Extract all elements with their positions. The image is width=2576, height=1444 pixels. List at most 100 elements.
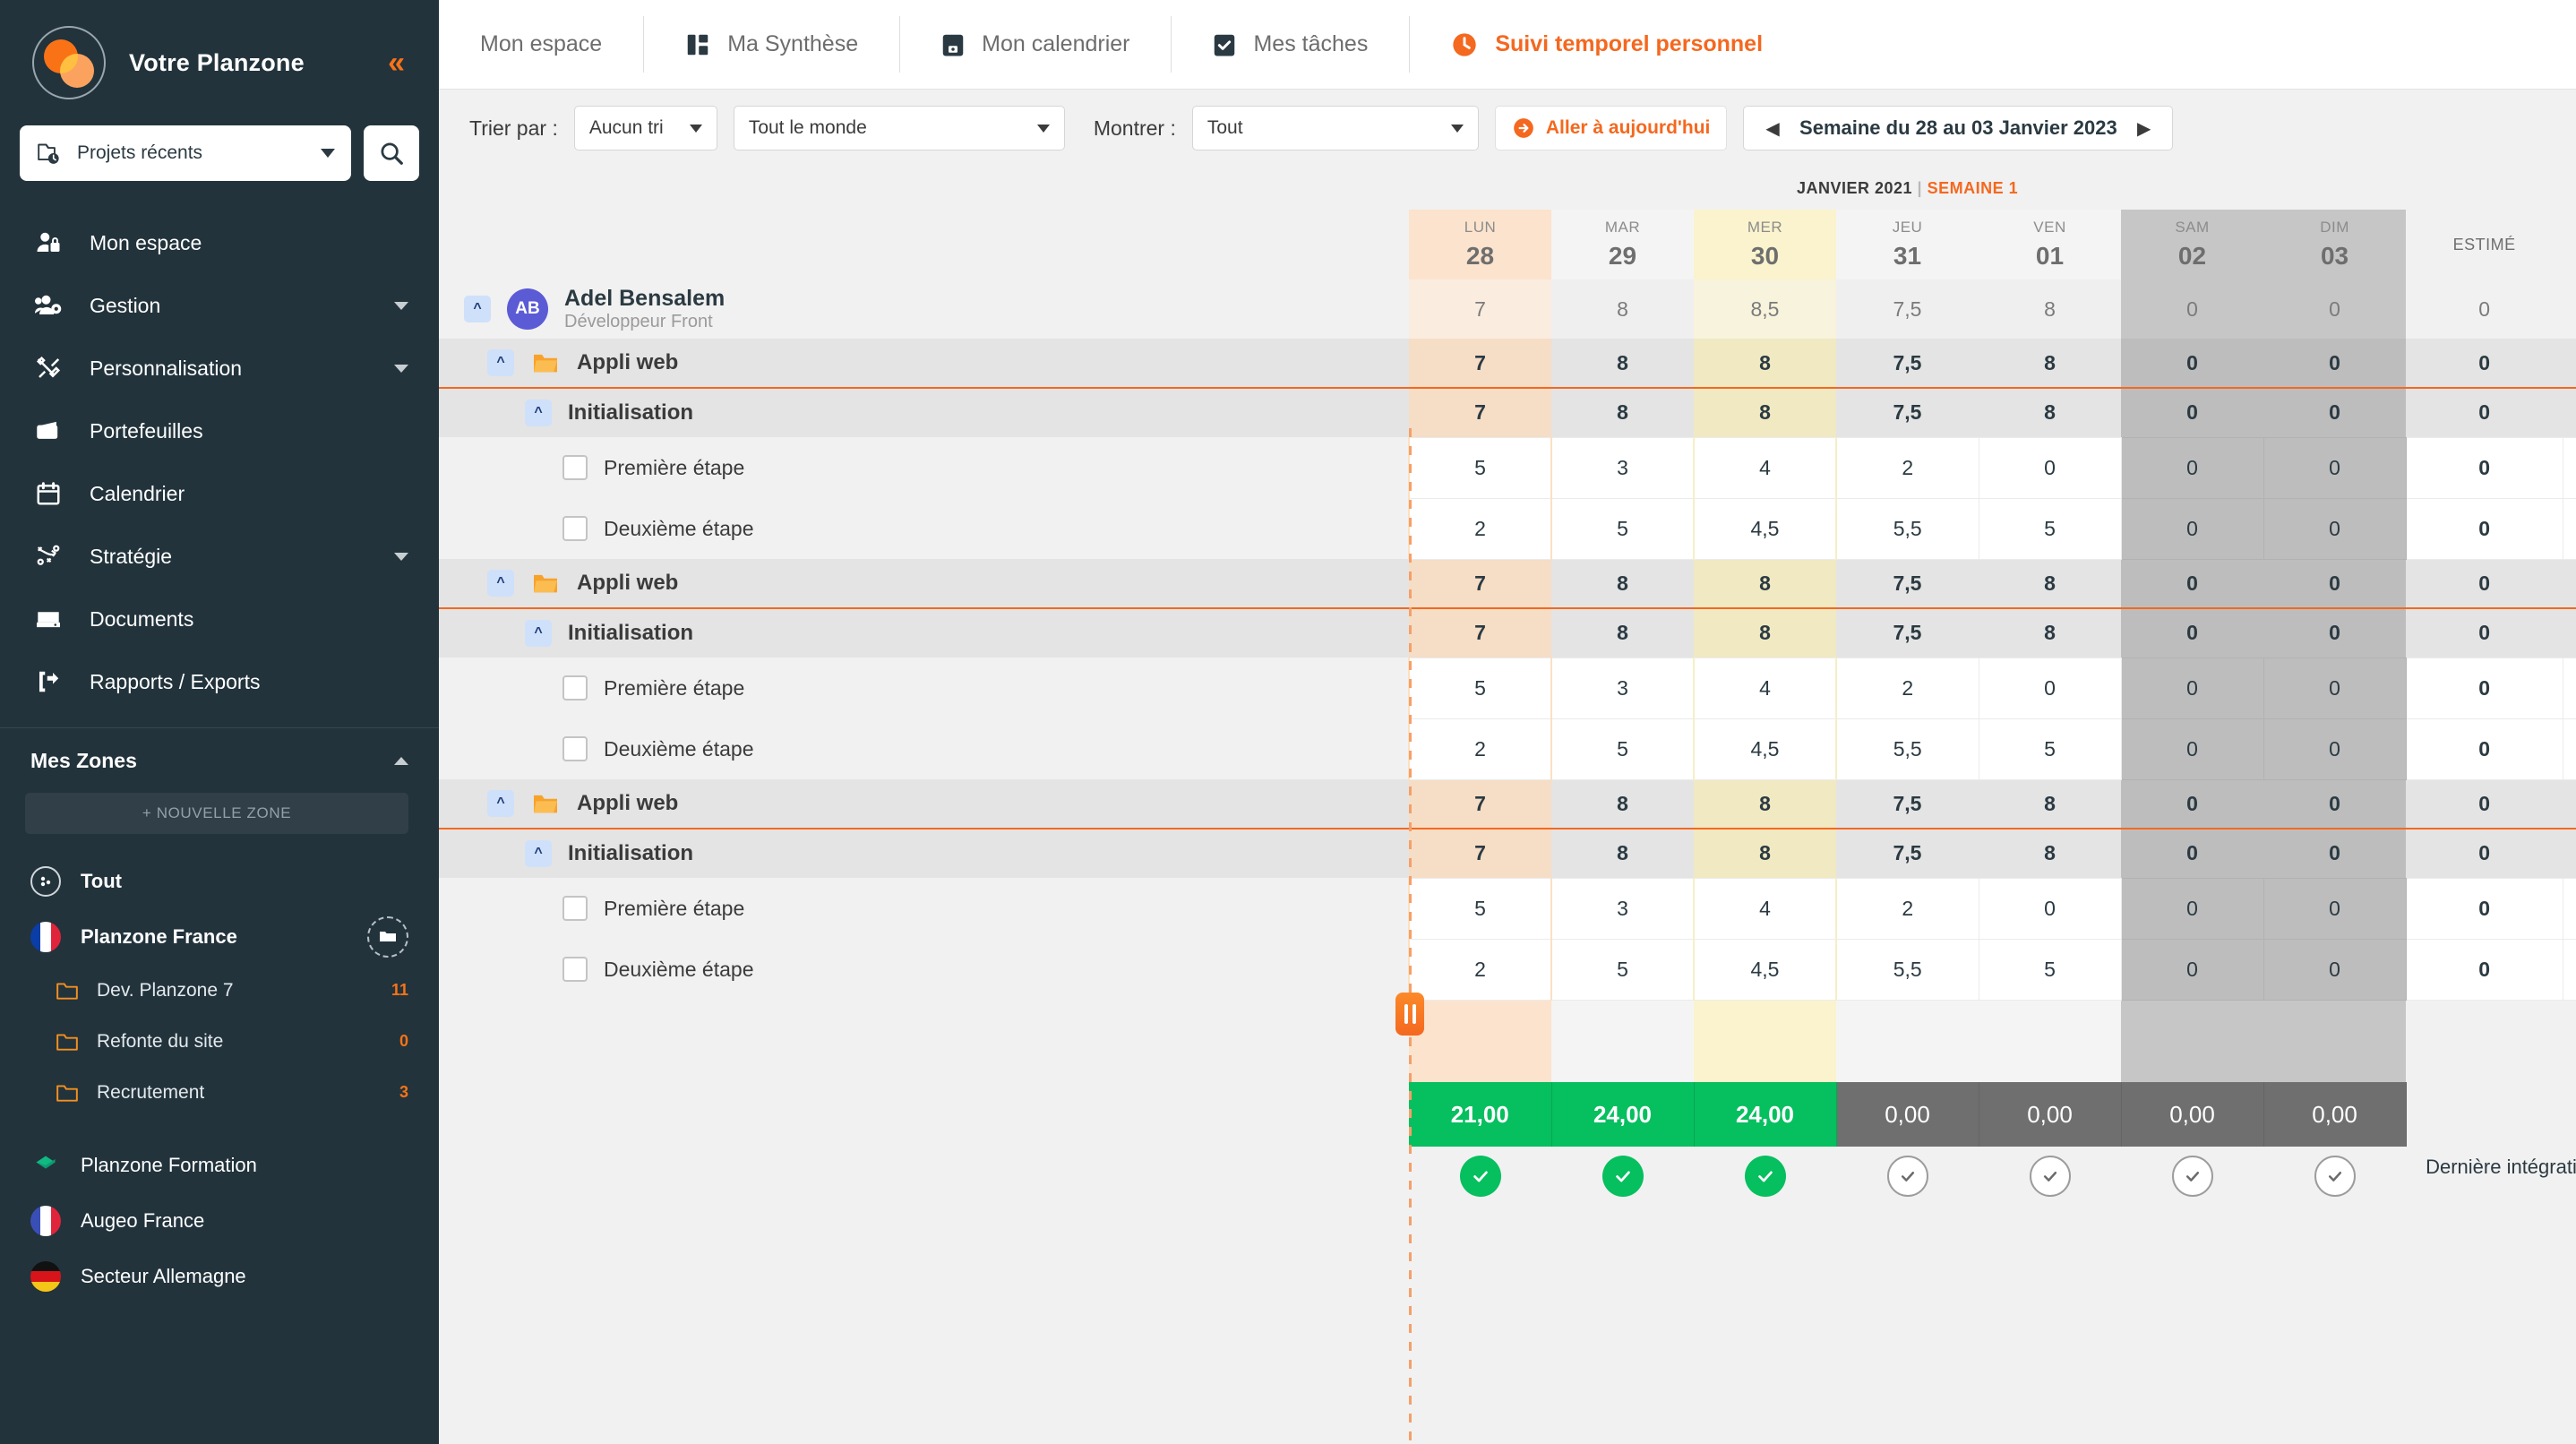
- validate-day-button[interactable]: [1886, 1156, 1928, 1197]
- sidebar-item-rapports-exports[interactable]: Rapports / Exports: [0, 650, 439, 713]
- expand-project-toggle[interactable]: ^: [487, 790, 514, 817]
- time-input-cell[interactable]: 2: [1408, 718, 1552, 780]
- time-input-cell[interactable]: 0: [2120, 436, 2264, 499]
- expand-task-toggle[interactable]: ^: [525, 400, 552, 426]
- new-zone-button[interactable]: + NOUVELLE ZONE: [25, 793, 408, 834]
- zone-item-planzone-france[interactable]: Planzone France: [0, 909, 439, 965]
- time-input-cell[interactable]: 5,5: [1835, 938, 1979, 1001]
- time-input-cell[interactable]: 4,5: [1693, 718, 1837, 780]
- validate-day-button[interactable]: [1459, 1156, 1501, 1197]
- sidebar-item-mon-espace[interactable]: Mon espace: [0, 211, 439, 274]
- time-input-cell[interactable]: 5: [1550, 718, 1695, 780]
- time-input-cell[interactable]: 0: [1978, 877, 2122, 940]
- step-checkbox[interactable]: [562, 957, 588, 982]
- time-input-cell[interactable]: 0: [2263, 877, 2407, 940]
- time-input-cell[interactable]: 0: [1978, 436, 2122, 499]
- time-input-cell[interactable]: 4: [1693, 436, 1837, 499]
- expand-task-toggle[interactable]: ^: [525, 620, 552, 647]
- time-input-cell[interactable]: 0: [2263, 436, 2407, 499]
- time-input-cell[interactable]: 0: [2120, 877, 2264, 940]
- chevron-up-icon[interactable]: [394, 756, 408, 765]
- time-input-cell[interactable]: 0: [2120, 718, 2264, 780]
- time-input-cell[interactable]: 5: [1408, 436, 1552, 499]
- recent-projects-select[interactable]: Projets récents: [20, 125, 351, 181]
- time-input-cell[interactable]: 3: [1550, 657, 1695, 719]
- time-input-cell[interactable]: 5,5: [1835, 497, 1979, 560]
- time-input-cell[interactable]: 5: [1978, 938, 2122, 1001]
- zones-header[interactable]: Mes Zones: [0, 728, 439, 793]
- chevron-down-icon[interactable]: [394, 364, 408, 373]
- step-checkbox[interactable]: [562, 736, 588, 761]
- expand-project-toggle[interactable]: ^: [487, 349, 514, 376]
- step-checkbox[interactable]: [562, 516, 588, 541]
- project-item-recrutement[interactable]: Recrutement 3: [0, 1067, 439, 1118]
- time-input-cell[interactable]: 0: [2263, 938, 2407, 1001]
- people-select[interactable]: Tout le monde: [733, 106, 1065, 150]
- time-input-cell[interactable]: 0: [2120, 938, 2264, 1001]
- time-input-cell[interactable]: 2: [1835, 877, 1979, 940]
- time-input-cell[interactable]: 2: [1835, 657, 1979, 719]
- show-select[interactable]: Tout: [1191, 106, 1479, 150]
- tab-suivi-temporel-personnel[interactable]: Suivi temporel personnel: [1409, 0, 1804, 89]
- expand-user-toggle[interactable]: ^: [464, 296, 491, 322]
- zone-settings-icon[interactable]: [367, 916, 408, 958]
- validate-day-button[interactable]: [2171, 1156, 2213, 1197]
- go-to-today-button[interactable]: Aller à aujourd'hui: [1494, 106, 1728, 150]
- time-input-cell[interactable]: 0: [2120, 497, 2264, 560]
- sidebar-item-strategie[interactable]: Stratégie: [0, 525, 439, 588]
- time-input-cell[interactable]: 3: [1550, 436, 1695, 499]
- time-input-cell[interactable]: 2: [1835, 436, 1979, 499]
- project-item-refonte-du-site[interactable]: Refonte du site 0: [0, 1016, 439, 1067]
- step-checkbox[interactable]: [562, 675, 588, 701]
- validate-day-button[interactable]: [1601, 1156, 1644, 1197]
- sidebar-item-portefeuilles[interactable]: Portefeuilles: [0, 400, 439, 462]
- time-input-cell[interactable]: 5: [1408, 657, 1552, 719]
- tab-mes-taches[interactable]: Mes tâches: [1171, 0, 1409, 89]
- chevron-left-icon[interactable]: ◀: [1756, 117, 1788, 140]
- validate-day-button[interactable]: [2029, 1156, 2071, 1197]
- time-input-cell[interactable]: 0: [1978, 657, 2122, 719]
- tab-mon-espace[interactable]: Mon espace: [439, 0, 643, 89]
- zone-item-secteur-allemagne[interactable]: Secteur Allemagne: [0, 1249, 439, 1304]
- time-input-cell[interactable]: 2: [1408, 497, 1552, 560]
- tab-ma-synthese[interactable]: Ma Synthèse: [643, 0, 899, 89]
- time-input-cell[interactable]: 0: [2263, 497, 2407, 560]
- time-input-cell[interactable]: 4,5: [1693, 938, 1837, 1001]
- time-input-cell[interactable]: 5: [1550, 497, 1695, 560]
- sort-select[interactable]: Aucun tri: [573, 106, 717, 150]
- tab-mon-calendrier[interactable]: Mon calendrier: [899, 0, 1171, 89]
- time-input-cell[interactable]: 4: [1693, 657, 1837, 719]
- time-input-cell[interactable]: 5: [1978, 718, 2122, 780]
- chevron-double-left-icon[interactable]: «: [388, 47, 407, 78]
- time-input-cell[interactable]: 5: [1408, 877, 1552, 940]
- sidebar-item-documents[interactable]: Documents: [0, 588, 439, 650]
- time-input-cell[interactable]: 5: [1550, 938, 1695, 1001]
- validate-day-button[interactable]: [1744, 1156, 1786, 1197]
- step-checkbox[interactable]: [562, 455, 588, 480]
- time-input-cell[interactable]: 0: [2120, 657, 2264, 719]
- sidebar-item-personnalisation[interactable]: Personnalisation: [0, 337, 439, 400]
- chevron-down-icon[interactable]: [394, 552, 408, 561]
- sidebar-item-calendrier[interactable]: Calendrier: [0, 462, 439, 525]
- step-checkbox[interactable]: [562, 896, 588, 921]
- time-input-cell[interactable]: 5: [1978, 497, 2122, 560]
- time-input-cell[interactable]: 3: [1550, 877, 1695, 940]
- search-button[interactable]: [364, 125, 419, 181]
- sidebar-item-gestion[interactable]: Gestion: [0, 274, 439, 337]
- zone-item-augeo-france[interactable]: Augeo France: [0, 1193, 439, 1249]
- chevron-right-icon[interactable]: ▶: [2128, 117, 2160, 140]
- view-mode-toggle[interactable]: NORMALE DÉTAILLÉE: [2406, 167, 2576, 210]
- row-drag-handle[interactable]: [1395, 993, 1424, 1036]
- expand-project-toggle[interactable]: ^: [487, 570, 514, 597]
- time-input-cell[interactable]: 4: [1693, 877, 1837, 940]
- zone-item-planzone-formation[interactable]: Planzone Formation: [0, 1138, 439, 1193]
- validate-day-button[interactable]: [2314, 1156, 2356, 1197]
- time-input-cell[interactable]: 5,5: [1835, 718, 1979, 780]
- time-input-cell[interactable]: 4,5: [1693, 497, 1837, 560]
- time-input-cell[interactable]: 2: [1408, 938, 1552, 1001]
- time-input-cell[interactable]: 0: [2263, 657, 2407, 719]
- expand-task-toggle[interactable]: ^: [525, 840, 552, 867]
- time-input-cell[interactable]: 0: [2263, 718, 2407, 780]
- project-item-dev-planzone-7[interactable]: Dev. Planzone 7 11: [0, 965, 439, 1016]
- chevron-down-icon[interactable]: [394, 301, 408, 310]
